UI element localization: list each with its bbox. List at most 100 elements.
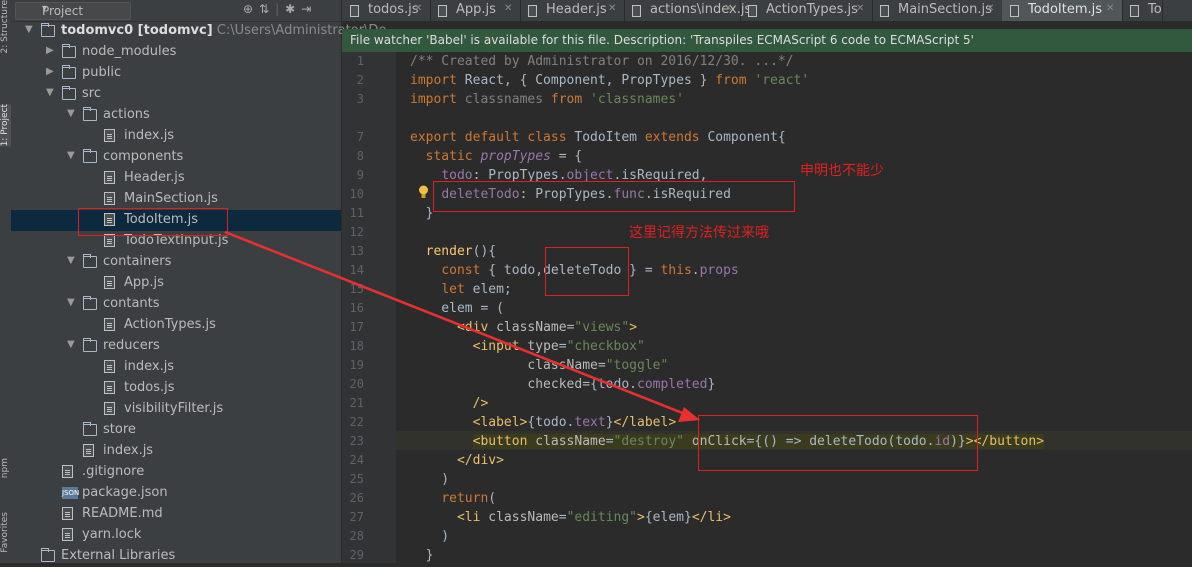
hide-icon[interactable]: ⇥ (301, 2, 317, 16)
line-number: 14 (349, 263, 364, 277)
tree-folder[interactable]: store (11, 420, 341, 441)
tree-file[interactable]: ActionTypes.js (11, 315, 341, 336)
editor-tab[interactable]: Header.js ✕ (520, 0, 625, 21)
folder-icon (83, 422, 97, 436)
folder-icon (83, 296, 97, 310)
tree-file[interactable]: index.js (11, 357, 341, 378)
npm-tool-button[interactable]: npm (0, 458, 11, 478)
chevron-down-icon[interactable]: ▼ (67, 255, 77, 266)
tree-item-label: todomvc0 [todomvc] C:\Users\Administrato… (61, 23, 386, 38)
line-number: 18 (349, 339, 364, 353)
close-icon[interactable]: ✕ (856, 3, 864, 14)
tree-folder[interactable]: ▶ public (11, 63, 341, 84)
split-icon[interactable]: ⇅ (259, 2, 275, 16)
editor-tab[interactable]: TodoItem.js ✕ (1002, 0, 1123, 21)
js-file-icon (748, 5, 757, 17)
js-file-icon (104, 192, 115, 205)
tree-item-label: node_modules (82, 44, 177, 59)
lightbulb-icon[interactable] (418, 185, 429, 199)
tree-file[interactable]: README.md (11, 504, 341, 525)
tree-file[interactable]: Header.js (11, 168, 341, 189)
code-line-29: } (410, 548, 434, 563)
library-icon (41, 548, 55, 562)
tree-folder[interactable]: ▼ containers (11, 252, 341, 273)
js-file-icon (1010, 5, 1019, 17)
tree-item-label: todos.js (124, 380, 175, 395)
close-icon[interactable]: ✕ (724, 3, 732, 14)
chevron-right-icon[interactable]: ▶ (46, 66, 56, 77)
folder-icon (41, 23, 55, 37)
tree-file[interactable]: index.js (11, 126, 341, 147)
file-watcher-banner[interactable]: File watcher 'Babel' is available for th… (342, 29, 1192, 52)
structure-tool-button[interactable]: 2: Structure (0, 0, 11, 54)
tree-file[interactable]: todos.js (11, 378, 341, 399)
chevron-down-icon[interactable]: ▼ (67, 150, 77, 161)
chevron-down-icon[interactable]: ▼ (67, 339, 77, 350)
annotation-box-deletetodo-proptype (433, 181, 795, 212)
favorites-tool-button[interactable]: Favorites (0, 512, 11, 553)
tree-file[interactable]: .gitignore (11, 462, 341, 483)
js-file-icon (880, 5, 889, 17)
code-line-27: <li className="editing">{elem}</li> (456, 510, 731, 525)
code-line-13: render(){ (425, 244, 497, 259)
tree-file[interactable]: External Libraries (11, 546, 341, 567)
project-view-selector[interactable]: Project ▾ (15, 2, 131, 20)
tab-label: MainSection.js (898, 2, 992, 17)
editor-tab[interactable]: actions\index.js ✕ (624, 0, 751, 21)
chevron-down-icon[interactable]: ▼ (25, 24, 35, 35)
js-file-icon (632, 5, 641, 17)
tree-file[interactable]: visibilityFilter.js (11, 399, 341, 420)
line-number: 9 (356, 168, 364, 182)
annotation-note-pass-method: 这里记得方法传过来哦 (629, 225, 769, 241)
line-number: 13 (349, 244, 364, 258)
globe-icon[interactable]: ⊕ (243, 2, 259, 16)
tree-folder[interactable]: ▼ contants (11, 294, 341, 315)
folder-icon (83, 254, 97, 268)
chevron-down-icon[interactable]: ▼ (46, 87, 56, 98)
chevron-right-icon[interactable]: ▶ (46, 45, 56, 56)
close-icon[interactable]: ✕ (986, 3, 994, 14)
annotation-box-destructure (545, 247, 629, 296)
annotation-box-todoitem-file (78, 208, 228, 236)
tree-file[interactable]: yarn.lock (11, 525, 341, 546)
project-tool-button[interactable]: 1: Project (0, 104, 11, 147)
js-file-icon (1130, 5, 1139, 17)
close-icon[interactable]: ✕ (504, 3, 512, 14)
code-line-24: </div> (456, 453, 504, 468)
code-line-7: export default class TodoItem extends Co… (410, 130, 786, 145)
line-number: 2 (356, 73, 364, 87)
tree-item-label: contants (103, 296, 160, 311)
tree-folder[interactable]: ▼ todomvc0 [todomvc] C:\Users\Administrat… (11, 21, 386, 42)
editor-tab[interactable]: ActionTypes.js ✕ (740, 0, 873, 21)
js-file-icon (104, 171, 115, 184)
tree-file[interactable]: JSON package.json (11, 483, 341, 504)
tree-folder[interactable]: ▼ src (11, 84, 341, 105)
tree-folder[interactable]: ▼ reducers (11, 336, 341, 357)
tree-item-label: External Libraries (61, 548, 176, 563)
close-icon[interactable]: ✕ (414, 3, 422, 14)
line-number: 1 (356, 54, 364, 68)
tree-file[interactable]: MainSection.js (11, 189, 341, 210)
js-file-icon (104, 129, 115, 142)
editor-tab[interactable]: To (1122, 0, 1163, 21)
chevron-down-icon: ▾ (42, 3, 48, 14)
js-file-icon (438, 5, 447, 17)
chevron-down-icon[interactable]: ▼ (67, 108, 77, 119)
tree-folder[interactable]: ▶ node_modules (11, 42, 341, 63)
tree-item-label: index.js (103, 443, 154, 458)
json-file-icon: JSON (62, 487, 80, 499)
tree-file[interactable]: index.js (11, 441, 341, 462)
code-line-25: ) (410, 472, 450, 487)
editor-tab[interactable]: MainSection.js ✕ (872, 0, 1003, 21)
editor-tab[interactable]: App.js ✕ (430, 0, 521, 21)
line-number: 20 (349, 377, 364, 391)
tree-folder[interactable]: ▼ actions (11, 105, 341, 126)
close-icon[interactable]: ✕ (608, 3, 616, 14)
close-icon[interactable]: ✕ (1106, 3, 1114, 14)
chevron-down-icon[interactable]: ▼ (67, 297, 77, 308)
gear-icon[interactable]: ✱ (285, 2, 301, 16)
editor-tab[interactable]: todos.js ✕ (342, 0, 431, 21)
tree-file[interactable]: App.js (11, 273, 341, 294)
line-number: 23 (349, 434, 364, 448)
tree-folder[interactable]: ▼ components (11, 147, 341, 168)
